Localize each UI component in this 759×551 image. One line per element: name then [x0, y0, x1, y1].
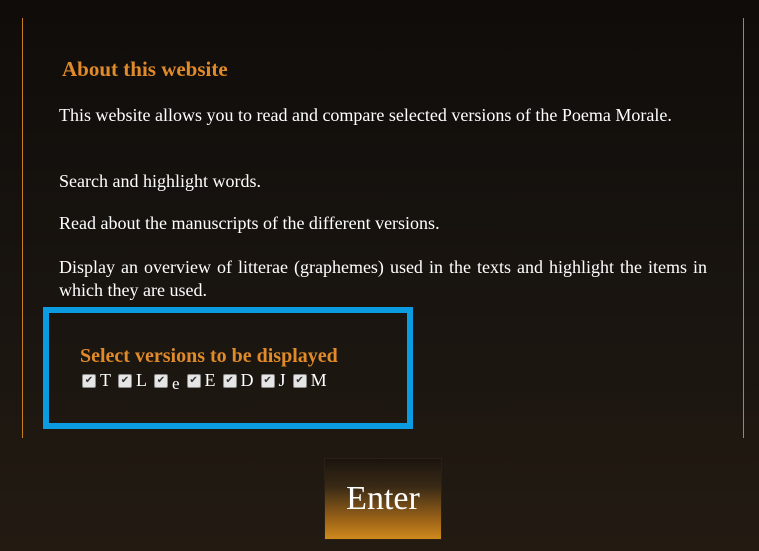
- version-label-l: L: [136, 370, 147, 390]
- search-paragraph: Search and highlight words.: [59, 171, 261, 191]
- intro-paragraph: This website allows you to read and comp…: [59, 105, 672, 125]
- version-checkbox-j[interactable]: ✔: [260, 373, 275, 388]
- version-label-e: E: [204, 370, 216, 390]
- version-checkbox-list: ✔ T ✔ L ✔ e ✔ E ✔ D ✔ J ✔ M: [82, 370, 334, 393]
- version-checkbox-t[interactable]: ✔: [82, 373, 96, 388]
- enter-button-label: Enter: [346, 480, 420, 517]
- manuscripts-paragraph: Read about the manuscripts of the differ…: [59, 213, 440, 233]
- enter-button[interactable]: Enter: [324, 458, 442, 540]
- litterae-paragraph: Display an overview of litterae (graphem…: [59, 257, 707, 300]
- panel-border-right: [743, 18, 744, 438]
- version-option-e[interactable]: ✔ E: [186, 370, 216, 391]
- version-option-j[interactable]: ✔ J: [260, 370, 286, 391]
- version-option-t[interactable]: ✔ T: [82, 370, 111, 391]
- version-checkbox-e[interactable]: ✔: [186, 373, 201, 388]
- version-option-d[interactable]: ✔ D: [222, 370, 254, 391]
- version-label-m: M: [310, 370, 327, 390]
- version-label-j: J: [278, 370, 286, 390]
- version-label-d: D: [240, 370, 254, 390]
- version-label-t: T: [100, 370, 111, 390]
- version-option-e-small[interactable]: ✔ e: [154, 371, 180, 393]
- version-checkbox-m[interactable]: ✔: [292, 373, 307, 388]
- version-option-m[interactable]: ✔ M: [292, 370, 327, 391]
- version-option-l[interactable]: ✔ L: [118, 370, 147, 391]
- version-checkbox-l[interactable]: ✔: [118, 373, 132, 388]
- panel-border-left: [22, 18, 23, 438]
- version-label-e-small: e: [172, 373, 180, 393]
- about-heading: About this website: [62, 57, 228, 81]
- version-select-box: Select versions to be displayed ✔ T ✔ L …: [43, 307, 413, 429]
- version-checkbox-e-small[interactable]: ✔: [154, 373, 168, 388]
- version-checkbox-d[interactable]: ✔: [222, 373, 237, 388]
- version-select-title: Select versions to be displayed: [80, 345, 338, 367]
